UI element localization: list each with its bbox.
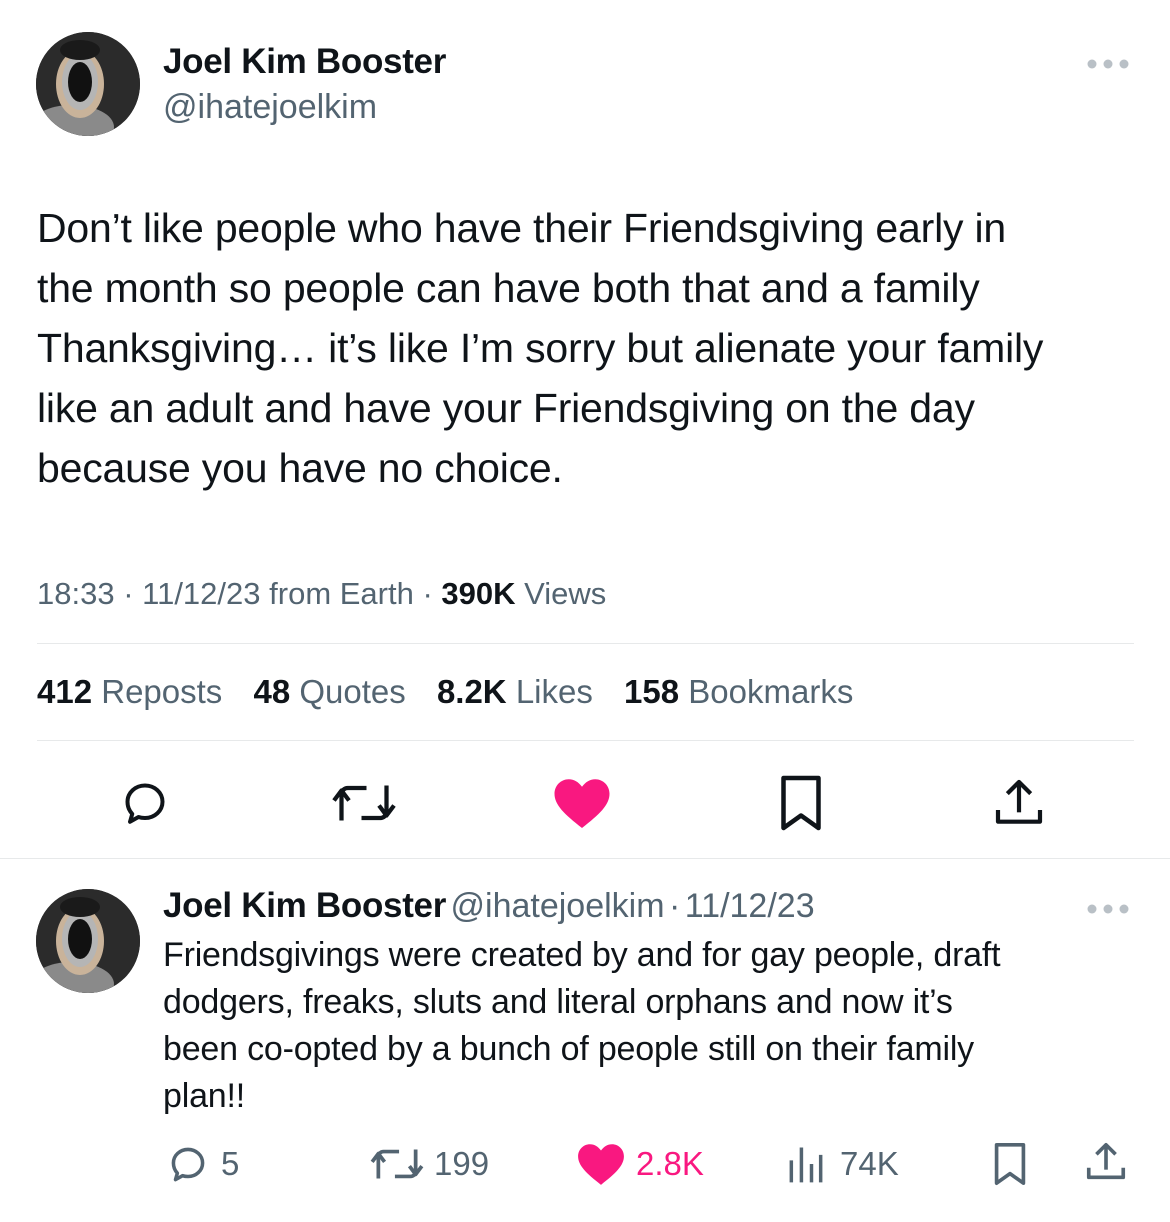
- reposts-count: 412: [37, 673, 93, 710]
- share-icon: [1086, 1142, 1126, 1180]
- tweet-text-line: Thanksgiving… it’s like I’m sorry but al…: [37, 325, 1044, 371]
- meta-dot: ·: [123, 576, 143, 611]
- author-handle[interactable]: @ihatejoelkim: [163, 88, 377, 127]
- reply-reply-button[interactable]: 5: [163, 1140, 239, 1188]
- bookmarks-label: Bookmarks: [688, 673, 854, 710]
- tweet-text-line: the month so people can have both that a…: [37, 265, 980, 311]
- author-name[interactable]: Joel Kim Booster: [163, 42, 446, 82]
- reply-author-name[interactable]: Joel Kim Booster: [163, 886, 446, 925]
- reply-text-line: Friendsgivings were created by and for g…: [163, 936, 1001, 974]
- quotes-label: Quotes: [299, 673, 406, 710]
- reply-like-button[interactable]: 2.8K: [576, 1140, 704, 1188]
- tweet-text: Don’t like people who have their Friends…: [37, 198, 1137, 498]
- like-icon: [554, 779, 610, 828]
- reply-separator: ·: [669, 887, 681, 925]
- divider: [37, 643, 1134, 644]
- reply-text: Friendsgivings were created by and for g…: [163, 932, 1143, 1120]
- like-icon: [578, 1144, 624, 1185]
- quotes-stat[interactable]: 48 Quotes: [253, 673, 405, 711]
- repost-button[interactable]: [328, 772, 400, 834]
- likes-label: Likes: [515, 673, 593, 710]
- bookmark-icon: [994, 1143, 1026, 1185]
- reply-date[interactable]: 11/12/23: [685, 887, 815, 925]
- likes-stat[interactable]: 8.2K Likes: [437, 673, 593, 711]
- divider: [0, 858, 1170, 859]
- bookmarks-count: 158: [624, 673, 680, 710]
- tweet-text-line: like an adult and have your Friendsgivin…: [37, 385, 975, 431]
- share-button[interactable]: [988, 772, 1050, 834]
- reposts-stat[interactable]: 412 Reposts: [37, 673, 222, 711]
- repost-icon: [332, 785, 396, 821]
- bookmark-button[interactable]: [770, 772, 832, 834]
- author-avatar[interactable]: [36, 32, 140, 136]
- repost-count: 199: [434, 1145, 490, 1182]
- tweet-text-line: Don’t like people who have their Friends…: [37, 205, 1006, 251]
- like-count: 2.8K: [636, 1145, 704, 1182]
- reply-icon: [171, 1147, 205, 1182]
- like-button[interactable]: [551, 772, 613, 834]
- tweet-source: from Earth: [269, 576, 414, 611]
- reply-button[interactable]: [114, 772, 176, 834]
- reply-text-line: plan!!: [163, 1077, 245, 1115]
- reply-text-line: dodgers, freaks, sluts and literal orpha…: [163, 983, 953, 1021]
- reply-header: Joel Kim Booster @ihatejoelkim · 11/12/2…: [163, 886, 815, 926]
- reply-repost-button[interactable]: 199: [368, 1140, 489, 1188]
- divider: [37, 740, 1134, 741]
- reply-author-avatar[interactable]: [36, 889, 140, 993]
- bookmark-icon: [781, 775, 821, 831]
- reply-text-line: been co-opted by a bunch of people still…: [163, 1030, 974, 1068]
- tweet-meta: 18:33 · 11/12/23 from Earth · 390K Views: [37, 576, 606, 612]
- reply-views-button[interactable]: 74K: [784, 1140, 899, 1188]
- reply-count: 5: [221, 1145, 240, 1182]
- views-count: 390K: [441, 576, 516, 611]
- views-label: Views: [524, 576, 607, 611]
- reply-icon: [125, 783, 165, 824]
- tweet-time[interactable]: 18:33: [37, 576, 115, 611]
- likes-count: 8.2K: [436, 673, 507, 710]
- repost-icon: [370, 1149, 424, 1179]
- more-icon[interactable]: [1086, 899, 1130, 919]
- views-icon: [789, 1147, 823, 1183]
- reposts-label: Reposts: [101, 673, 223, 710]
- reply-author-handle[interactable]: @ihatejoelkim: [451, 887, 665, 925]
- tweet-date[interactable]: 11/12/23: [142, 576, 260, 611]
- engagement-stats: 412 Reposts 48 Quotes 8.2K Likes 158 Boo…: [37, 673, 875, 711]
- quotes-count: 48: [253, 673, 291, 710]
- reply-bookmark-button[interactable]: [986, 1140, 1034, 1188]
- bookmarks-stat[interactable]: 158 Bookmarks: [624, 673, 853, 711]
- view-count: 74K: [840, 1145, 899, 1182]
- tweet-text-line: because you have no choice.: [37, 445, 563, 491]
- reply-share-button[interactable]: [1082, 1138, 1130, 1186]
- meta-dot: ·: [422, 576, 442, 611]
- share-icon: [995, 779, 1043, 824]
- more-icon[interactable]: [1086, 54, 1130, 74]
